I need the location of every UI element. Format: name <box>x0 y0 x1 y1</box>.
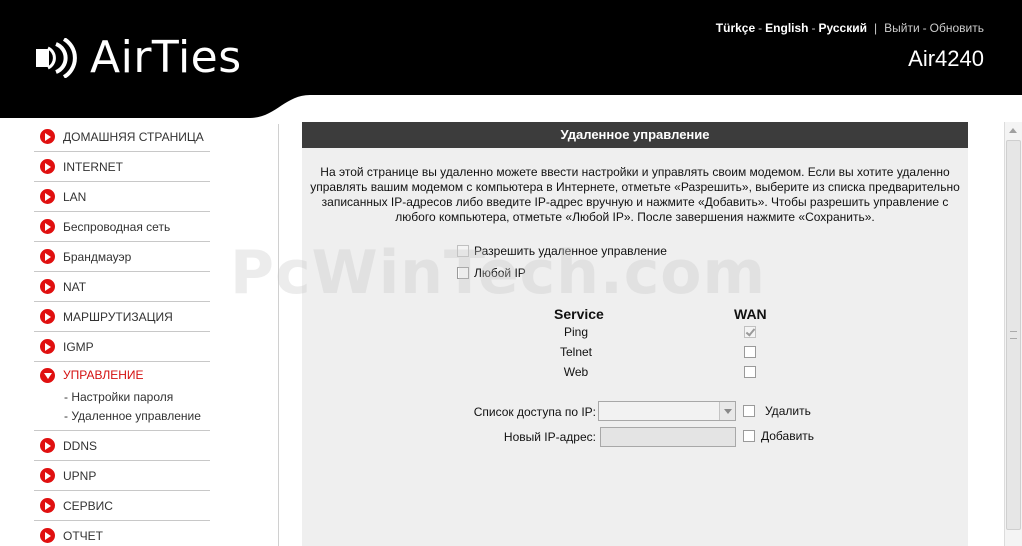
sidebar-item-label: DDNS <box>63 438 98 453</box>
wan-column-header: WAN <box>734 306 767 322</box>
sidebar-item-home[interactable]: ДОМАШНЯЯ СТРАНИЦА <box>34 122 210 152</box>
sidebar-item-firewall[interactable]: Брандмауэр <box>34 242 210 272</box>
delete-label: Удалить <box>765 404 811 418</box>
allow-remote-row: Разрешить удаленное управление <box>457 244 667 258</box>
scrollbar-thumb[interactable] <box>1006 140 1021 530</box>
subnav-remote-management[interactable]: - Удаленное управление <box>34 407 210 426</box>
delete-row: Удалить <box>743 404 811 418</box>
arrow-right-icon <box>40 219 55 234</box>
sidebar-item-label: Беспроводная сеть <box>63 219 171 234</box>
new-ip-label: Новый IP-адрес: <box>503 430 596 444</box>
chevron-down-icon <box>719 402 735 420</box>
sidebar-item-label: МАРШРУТИЗАЦИЯ <box>63 309 173 324</box>
refresh-link[interactable]: Обновить <box>930 21 984 35</box>
sidebar-item-label: СЕРВИС <box>63 498 113 513</box>
allow-remote-checkbox[interactable] <box>457 245 469 257</box>
arrow-right-icon <box>40 159 55 174</box>
lang-turkish-link[interactable]: Türkçe <box>716 21 755 35</box>
sidebar-item-label: ДОМАШНЯЯ СТРАНИЦА <box>63 129 204 144</box>
new-ip-input[interactable] <box>600 427 736 447</box>
sidebar-item-label: INTERNET <box>63 159 123 174</box>
scroll-up-arrow-icon[interactable] <box>1005 122 1022 139</box>
arrow-right-icon <box>40 339 55 354</box>
arrow-right-icon <box>40 468 55 483</box>
main-content: Удаленное управление На этой странице вы… <box>302 122 968 546</box>
add-label: Добавить <box>761 429 815 443</box>
allow-remote-label: Разрешить удаленное управление <box>474 244 667 258</box>
page-description: На этой странице вы удаленно можете ввес… <box>310 165 960 224</box>
sidebar-item-routing[interactable]: МАРШРУТИЗАЦИЯ <box>34 302 210 332</box>
ip-access-list-select[interactable] <box>598 401 736 421</box>
lang-russian-link[interactable]: Русский <box>819 21 868 35</box>
arrow-right-icon <box>40 279 55 294</box>
add-row: Добавить <box>743 429 814 443</box>
lang-english-link[interactable]: English <box>765 21 808 35</box>
service-telnet-label: Telnet <box>559 345 593 359</box>
model-name: Air4240 <box>908 46 984 71</box>
sidebar-item-service[interactable]: СЕРВИС <box>34 491 210 521</box>
any-ip-checkbox[interactable] <box>457 267 469 279</box>
ip-list-label: Список доступа по IP: <box>473 405 596 419</box>
sidebar-item-label: IGMP <box>63 339 94 354</box>
language-bar: Türkçe - English - Русский | Выйти - Обновить <box>715 21 984 35</box>
logout-link[interactable]: Выйти <box>884 21 920 35</box>
arrow-right-icon <box>40 528 55 543</box>
vertical-scrollbar[interactable] <box>1004 122 1022 546</box>
sidebar-item-label: УПРАВЛЕНИЕ <box>63 368 144 382</box>
sidebar-item-wireless[interactable]: Беспроводная сеть <box>34 212 210 242</box>
arrow-right-icon <box>40 129 55 144</box>
router-admin-page: AirTies Türkçe - English - Русский | Выйти - Обн… <box>0 0 1022 546</box>
ping-wan-checkbox[interactable] <box>744 326 756 338</box>
service-ping-label: Ping <box>563 325 589 339</box>
arrow-right-icon <box>40 309 55 324</box>
any-ip-label: Любой IP <box>474 266 526 280</box>
arrow-down-icon <box>40 367 55 383</box>
add-checkbox[interactable] <box>743 430 755 442</box>
sidebar-item-nat[interactable]: NAT <box>34 272 210 302</box>
any-ip-row: Любой IP <box>457 266 526 280</box>
sidebar-item-report[interactable]: ОТЧЕТ <box>34 521 210 546</box>
sidebar-item-ddns[interactable]: DDNS <box>34 431 210 461</box>
arrow-right-icon <box>40 249 55 264</box>
sidebar-item-label: NAT <box>63 279 87 294</box>
telnet-wan-checkbox[interactable] <box>744 346 756 358</box>
sidebar-item-igmp[interactable]: IGMP <box>34 332 210 362</box>
arrow-right-icon <box>40 438 55 453</box>
delete-checkbox[interactable] <box>743 405 755 417</box>
subnav-password-settings[interactable]: - Настройки пароля <box>34 388 210 407</box>
logo-text: AirTies <box>90 32 242 83</box>
airties-logo: AirTies <box>34 36 242 80</box>
sidebar-item-label: UPNP <box>63 468 97 483</box>
service-column-header: Service <box>554 306 604 322</box>
sidebar-item-label: Брандмауэр <box>63 249 132 264</box>
header: AirTies Türkçe - English - Русский | Выйти - Обн… <box>0 0 1022 120</box>
sidebar-item-label: LAN <box>63 189 87 204</box>
arrow-right-icon <box>40 498 55 513</box>
web-wan-checkbox[interactable] <box>744 366 756 378</box>
wifi-logo-icon <box>36 38 77 78</box>
sidebar-item-upnp[interactable]: UPNP <box>34 461 210 491</box>
management-subnav: - Настройки пароля - Удаленное управлени… <box>34 388 210 431</box>
page-title: Удаленное управление <box>302 122 968 148</box>
sidebar-item-management[interactable]: УПРАВЛЕНИЕ <box>34 362 210 388</box>
sidebar-nav: ДОМАШНЯЯ СТРАНИЦА INTERNET LAN Беспровод… <box>34 122 210 546</box>
service-web-label: Web <box>563 365 589 379</box>
sidebar-item-label: ОТЧЕТ <box>63 528 103 543</box>
sidebar-item-lan[interactable]: LAN <box>34 182 210 212</box>
arrow-right-icon <box>40 189 55 204</box>
sidebar-item-internet[interactable]: INTERNET <box>34 152 210 182</box>
sidebar-divider <box>278 124 279 546</box>
